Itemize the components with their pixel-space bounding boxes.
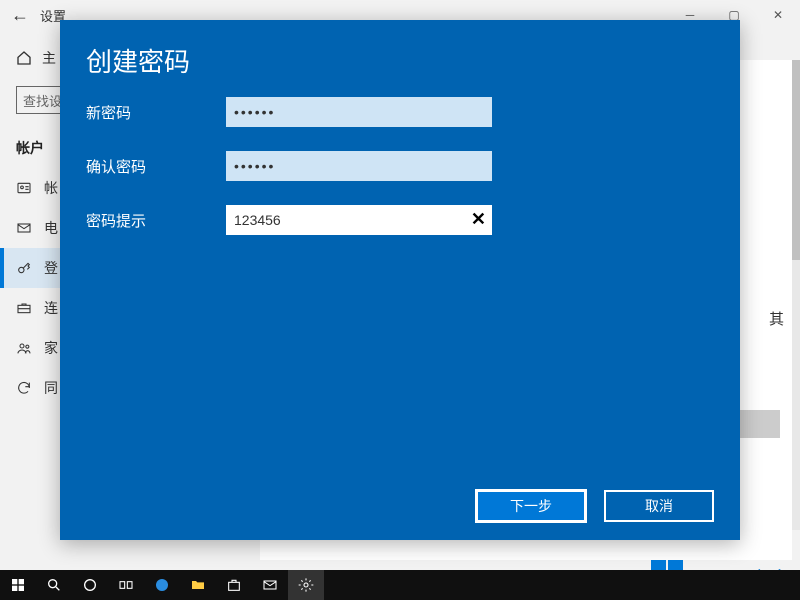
close-button[interactable]: ✕ <box>756 0 800 30</box>
sidebar-item-label: 同 <box>44 378 58 398</box>
start-button[interactable] <box>0 570 36 600</box>
scrollbar-thumb[interactable] <box>792 60 800 260</box>
cortana-button[interactable] <box>72 570 108 600</box>
search-placeholder: 查找设 <box>23 91 62 110</box>
briefcase-icon <box>16 300 32 316</box>
password-hint-input[interactable] <box>226 205 492 235</box>
taskbar-mail[interactable] <box>252 570 288 600</box>
sidebar-item-label: 家 <box>44 338 58 358</box>
confirm-password-input[interactable] <box>226 151 492 181</box>
search-icon <box>46 577 62 593</box>
new-password-label: 新密码 <box>86 102 226 123</box>
dialog-title: 创建密码 <box>60 20 740 97</box>
sidebar-item-label: 连 <box>44 298 58 318</box>
back-button[interactable]: ← <box>0 5 40 26</box>
taskbar-store[interactable] <box>216 570 252 600</box>
taskbar-settings[interactable] <box>288 570 324 600</box>
person-card-icon <box>16 180 32 196</box>
taskbar-explorer[interactable] <box>180 570 216 600</box>
cortana-icon <box>82 577 98 593</box>
taskview-icon <box>118 577 134 593</box>
sidebar-item-label: 电 <box>44 218 58 238</box>
content-button-fragment <box>740 410 780 438</box>
folder-icon <box>190 577 206 593</box>
taskview-button[interactable] <box>108 570 144 600</box>
taskbar-edge[interactable] <box>144 570 180 600</box>
windows-icon <box>10 577 26 593</box>
next-button[interactable]: 下一步 <box>476 490 586 522</box>
sync-icon <box>16 380 32 396</box>
gear-icon <box>298 577 314 593</box>
edge-icon <box>154 577 170 593</box>
key-icon <box>16 260 32 276</box>
mail-icon <box>16 220 32 236</box>
home-icon <box>16 50 32 66</box>
home-label: 主 <box>42 48 56 68</box>
content-fragment: 其 <box>769 308 784 329</box>
scrollbar[interactable] <box>792 60 800 530</box>
password-hint-label: 密码提示 <box>86 210 226 231</box>
create-password-dialog: 创建密码 新密码 确认密码 密码提示 ✕ 下一步 取消 <box>60 20 740 540</box>
new-password-input[interactable] <box>226 97 492 127</box>
sidebar-item-label: 帐 <box>44 178 58 198</box>
confirm-password-label: 确认密码 <box>86 156 226 177</box>
cancel-button[interactable]: 取消 <box>604 490 714 522</box>
taskbar <box>0 570 800 600</box>
people-icon <box>16 340 32 356</box>
sidebar-item-label: 登 <box>44 258 58 278</box>
mail-icon <box>262 577 278 593</box>
search-button[interactable] <box>36 570 72 600</box>
clear-icon[interactable]: ✕ <box>471 209 486 230</box>
store-icon <box>226 577 242 593</box>
